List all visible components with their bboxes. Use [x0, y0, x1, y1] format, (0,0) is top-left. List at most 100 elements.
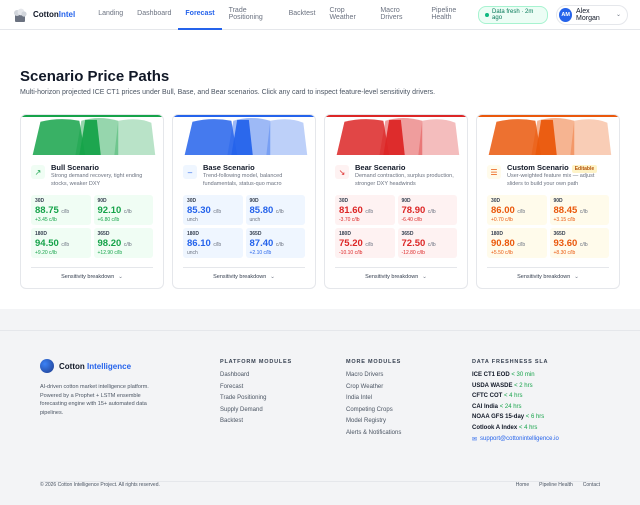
horizon-cell: 90D 92.10 c/lb +6.80 c/lb [93, 195, 153, 226]
brand-logo[interactable]: CottonIntel [12, 7, 75, 23]
nav-item-macro-drivers[interactable]: Macro Drivers [373, 0, 424, 30]
brand-name: CottonIntel [33, 10, 76, 19]
price-value: 90.80 [491, 238, 515, 250]
horizon-label: 180D [35, 231, 47, 238]
nav-item-pipeline-health[interactable]: Pipeline Health [424, 0, 478, 30]
sensitivity-breakdown-toggle[interactable]: Sensitivity breakdown ⌄ [335, 267, 457, 280]
footer-link[interactable]: Macro Drivers [346, 372, 472, 378]
status-dot-icon [485, 12, 490, 17]
banner-graphic [477, 117, 619, 155]
price-delta: +8.30 c/lb [553, 250, 576, 257]
footer-link[interactable]: Alerts & Notifications [346, 430, 472, 436]
footer-brand: Cotton Intelligence AI-driven cotton mar… [40, 359, 220, 443]
price-unit: c/lb [61, 209, 70, 216]
horizon-grid: 30D 86.00 c/lb +0.70 c/lb 90D 88.45 c/lb +3.1… [477, 188, 619, 259]
support-email-link[interactable]: ✉ support@cottonintelligence.io [472, 436, 559, 443]
horizon-price: 85.80 c/lb [250, 205, 302, 216]
footer-platform-title: PLATFORM MODULES [220, 359, 292, 365]
card-title-label: Custom Scenario [507, 163, 569, 172]
horizon-cell: 90D 88.45 c/lb +3.15 c/lb [549, 195, 609, 226]
user-menu[interactable]: AM Alex Morgan ⌄ [556, 4, 628, 25]
footer-bottom-link[interactable]: Pipeline Health [539, 482, 573, 488]
footer-link[interactable]: Backtest [220, 418, 346, 424]
price-value: 92.10 [97, 205, 122, 217]
horizon-price: 93.60 c/lb [554, 238, 606, 249]
scenario-cards: ↗ Bull Scenario Strong demand recovery, ti… [20, 114, 620, 289]
sensitivity-breakdown-toggle[interactable]: Sensitivity breakdown ⌄ [183, 267, 305, 280]
sla-row: NOAA GFS 15-day < 6 hrs [472, 414, 559, 420]
sla-value: < 6 hrs [525, 414, 545, 420]
price-value: 75.20 [339, 238, 363, 250]
price-unit: c/lb [213, 242, 222, 249]
footer-link[interactable]: Dashboard [220, 372, 346, 378]
sensitivity-breakdown-toggle[interactable]: Sensitivity breakdown ⌄ [487, 267, 609, 280]
horizon-cell: 365D 87.40 c/lb +2.10 c/lb [245, 228, 305, 259]
price-value: 93.60 [553, 238, 578, 250]
page-subtitle: Multi-horizon projected ICE CT1 prices u… [20, 89, 436, 96]
footer-link[interactable]: Forecast [220, 384, 346, 390]
horizon-label: 365D [97, 231, 110, 238]
sla-row: CAI India < 24 hrs [472, 404, 559, 410]
nav-item-crop-weather[interactable]: Crop Weather [322, 0, 373, 30]
footer: Cotton Intelligence AI-driven cotton mar… [0, 330, 640, 505]
card-title: Custom Scenario Editable [507, 163, 609, 173]
price-value: 86.00 [491, 205, 515, 217]
scenario-banner [173, 115, 315, 155]
nav-item-backtest[interactable]: Backtest [282, 0, 323, 30]
price-delta: +5.50 c/lb [491, 250, 513, 257]
footer-link[interactable]: Supply Demand [220, 407, 346, 413]
footer-bottom-link[interactable]: Contact [583, 482, 600, 488]
scenario-card[interactable]: – Base Scenario Trend-following model, bal… [172, 114, 316, 289]
price-value: 78.90 [401, 205, 426, 217]
chevron-down-icon: ⌄ [574, 274, 579, 280]
footer-link[interactable]: Model Registry [346, 418, 472, 424]
nav-item-dashboard[interactable]: Dashboard [130, 0, 178, 30]
price-delta: -12.80 c/lb [401, 250, 425, 257]
price-delta: +3.45 c/lb [35, 217, 57, 224]
nav-item-forecast[interactable]: Forecast [178, 0, 222, 30]
footer-link[interactable]: India Intel [346, 395, 472, 401]
horizon-price: 86.00 c/lb [491, 205, 543, 216]
price-unit: c/lb [123, 242, 132, 249]
sensitivity-label: Sensitivity breakdown [365, 274, 419, 280]
horizon-label: 30D [35, 198, 45, 205]
chevron-down-icon: ⌄ [615, 12, 621, 18]
price-value: 72.50 [401, 238, 426, 250]
scenario-card[interactable]: ☰ Custom Scenario Editable User-weighted fe… [476, 114, 620, 289]
card-header: ↘ Bear Scenario Demand contraction, surplu… [325, 155, 467, 188]
sensitivity-breakdown-toggle[interactable]: Sensitivity breakdown ⌄ [31, 267, 153, 280]
scenario-card[interactable]: ↗ Bull Scenario Strong demand recovery, ti… [20, 114, 164, 289]
scenario-card[interactable]: ↘ Bear Scenario Demand contraction, surplu… [324, 114, 468, 289]
card-title-label: Base Scenario [203, 163, 255, 172]
avatar: AM [559, 7, 573, 22]
top-nav: CottonIntel Landing Dashboard Forecast Trad… [0, 0, 640, 30]
horizon-cell: 365D 93.60 c/lb +8.30 c/lb [549, 228, 609, 259]
price-unit: c/lb [61, 242, 70, 249]
horizon-price: 94.50 c/lb [35, 238, 87, 249]
footer-link[interactable]: Trade Positioning [220, 395, 346, 401]
sla-source: USDA WASDE [472, 382, 513, 389]
nav-item-trade-positioning[interactable]: Trade Positioning [222, 0, 282, 30]
footer-bottom-link[interactable]: Home [516, 482, 529, 488]
price-delta: unch [187, 217, 198, 224]
data-fresh-label: Data fresh · 2m ago [492, 8, 534, 21]
horizon-cell: 30D 88.75 c/lb +3.45 c/lb [31, 195, 91, 226]
price-unit: c/lb [275, 209, 284, 216]
horizon-label: 180D [187, 231, 199, 238]
nav-item-landing[interactable]: Landing [91, 0, 130, 30]
footer-bottom-links: Home Pipeline Health Contact [516, 482, 600, 488]
footer-platform-modules: PLATFORM MODULES Dashboard Forecast Trade … [220, 359, 346, 443]
sla-value: < 24 hrs [499, 403, 522, 410]
horizon-cell: 365D 98.20 c/lb +12.90 c/lb [93, 228, 153, 259]
price-value: 87.40 [249, 238, 274, 250]
price-delta: +12.90 c/lb [97, 250, 123, 257]
card-header: ☰ Custom Scenario Editable User-weighted fe… [477, 155, 619, 188]
card-description: Trend-following model, balanced fundamen… [203, 173, 283, 187]
card-description: User-weighted feature mix — adjust slide… [507, 173, 595, 187]
scenario-banner [325, 115, 467, 155]
minus-icon: – [183, 165, 197, 179]
sensitivity-label: Sensitivity breakdown [61, 274, 115, 280]
footer-link[interactable]: Competing Crops [346, 407, 472, 413]
support-email: support@cottonintelligence.io [480, 436, 559, 442]
footer-link[interactable]: Crop Weather [346, 384, 472, 390]
